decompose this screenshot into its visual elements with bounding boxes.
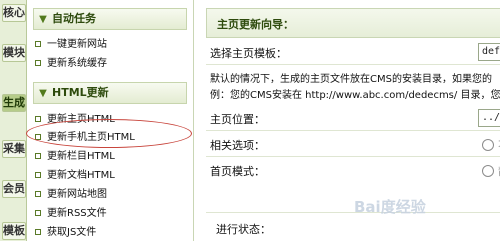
menu-item-label: 获取JS文件 [47, 227, 97, 238]
menu-item-update-rss[interactable]: 更新RSS文件 [35, 207, 107, 221]
tab-collect[interactable]: 采集 [2, 140, 26, 158]
menu-item-update-column-html[interactable]: 更新栏目HTML [35, 150, 115, 164]
section-auto-tasks-header[interactable]: ▼ 自动任务 [33, 8, 187, 30]
status-label: 进行状态： [216, 223, 271, 236]
bullet-icon [35, 59, 41, 66]
tab-members[interactable]: 会员 [2, 180, 26, 198]
position-label: 主页位置： [210, 113, 265, 126]
options-radio[interactable] [482, 139, 494, 151]
menu-item-get-js[interactable]: 获取JS文件 [35, 226, 96, 240]
watermark: Bai度经验 [354, 196, 426, 217]
chevron-down-icon: ▼ [39, 88, 47, 99]
bullet-icon [35, 209, 41, 216]
row-options: 相关选项： 不 [206, 132, 500, 157]
vertical-tab-strip: 核心 模块 生成 采集 会员 模板 [0, 0, 27, 241]
tab-generate[interactable]: 生成 [2, 94, 26, 112]
panel-title-bar: 主页更新向导： [206, 8, 500, 38]
row-position: 主页位置： ../i [206, 106, 500, 131]
options-label: 相关选项： [210, 139, 265, 152]
menu-item-label: 更新网站地图 [47, 189, 107, 200]
row-mode: 首页模式： 静 [206, 158, 500, 182]
bullet-icon [35, 190, 41, 197]
main-panel: 主页更新向导： 选择主页模板： defa 默认的情况下，生成的主页文件放在CMS… [200, 0, 500, 241]
menu-item-label: 一键更新网站 [47, 39, 107, 50]
bullet-icon [35, 152, 41, 159]
bullet-icon [35, 40, 41, 47]
menu-item-update-article-html[interactable]: 更新文档HTML [35, 169, 115, 183]
row-description: 默认的情况下，生成的主页文件放在CMS的安装目录，如果您的 例：您的CMS安装在… [206, 66, 500, 106]
description-line2: 例：您的CMS安装在 http://www.abc.com/dedecms/ 目… [210, 90, 500, 101]
mode-label: 首页模式： [210, 165, 265, 178]
mode-radio[interactable] [482, 165, 494, 177]
tab-templates[interactable]: 模板 [2, 222, 26, 240]
panel-title: 主页更新向导： [217, 18, 294, 31]
menu-item-label: 更新文档HTML [47, 170, 115, 181]
section-auto-tasks-title: 自动任务 [52, 12, 96, 25]
position-input[interactable]: ../i [478, 109, 500, 127]
template-input[interactable]: defa [478, 43, 500, 61]
menu-item-one-click-update[interactable]: 一键更新网站 [35, 38, 107, 52]
description-line1: 默认的情况下，生成的主页文件放在CMS的安装目录，如果您的 [210, 74, 492, 85]
bullet-icon [35, 228, 41, 235]
chevron-down-icon: ▼ [39, 14, 47, 25]
tab-modules[interactable]: 模块 [2, 44, 26, 62]
bullet-icon [35, 171, 41, 178]
template-label: 选择主页模板： [210, 47, 287, 60]
row-template: 选择主页模板： defa [206, 40, 500, 65]
menu-item-update-cache[interactable]: 更新系统缓存 [35, 57, 107, 71]
watermark-text: Bai度经验 [354, 198, 426, 216]
section-html-update-header[interactable]: ▼ HTML更新 [33, 82, 187, 104]
tab-core[interactable]: 核心 [2, 4, 26, 22]
section-html-update-title: HTML更新 [52, 86, 109, 99]
menu-item-label: 更新栏目HTML [47, 151, 115, 162]
row-status: 进行状态： [206, 212, 500, 241]
highlight-circle [26, 119, 192, 148]
menu-item-label: 更新系统缓存 [47, 58, 107, 69]
menu-item-update-sitemap[interactable]: 更新网站地图 [35, 188, 107, 202]
menu-item-label: 更新RSS文件 [47, 208, 107, 219]
bullet-icon [35, 115, 41, 122]
